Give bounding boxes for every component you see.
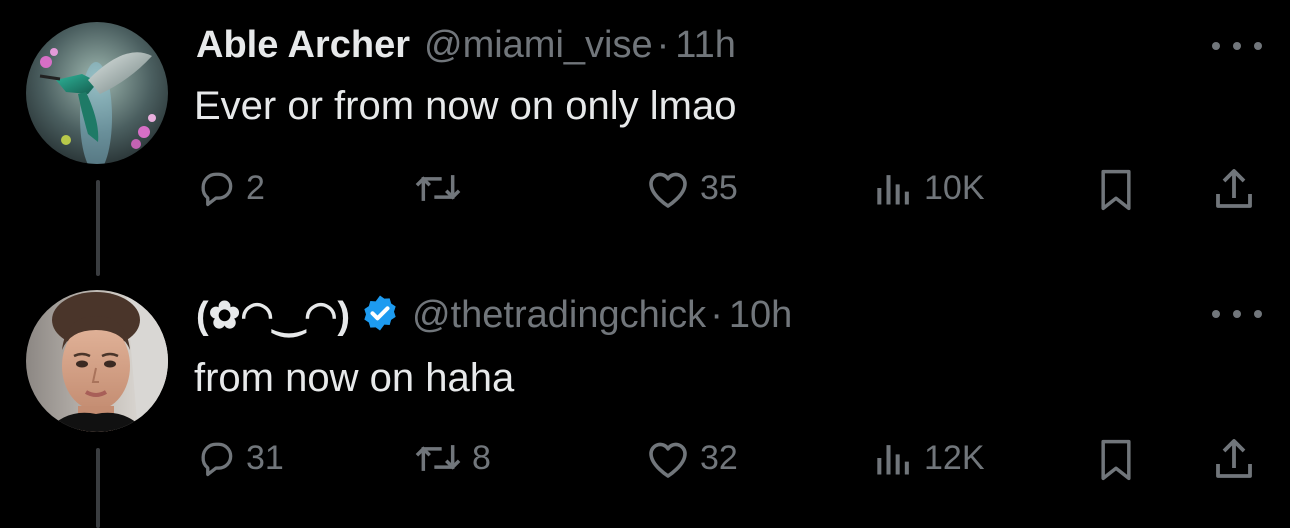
repost-button[interactable]	[412, 166, 472, 210]
reply-icon	[194, 436, 238, 480]
share-button[interactable]	[1210, 436, 1258, 484]
like-button[interactable]: 32	[644, 436, 738, 480]
user-handle[interactable]: @thetradingchick	[412, 294, 706, 337]
bookmark-button[interactable]	[1094, 436, 1138, 484]
reply-button[interactable]: 2	[194, 166, 265, 210]
like-count: 32	[700, 438, 738, 477]
bookmark-icon	[1094, 166, 1138, 214]
more-options-button[interactable]	[1212, 34, 1262, 58]
views-count: 10K	[924, 168, 985, 207]
reply-icon	[194, 166, 238, 210]
more-icon-dot	[1233, 42, 1241, 50]
post-timestamp[interactable]: 10h	[729, 294, 792, 337]
more-icon-dot	[1233, 310, 1241, 318]
views-button[interactable]: 12K	[872, 436, 985, 480]
like-button[interactable]: 35	[644, 166, 738, 210]
post-text: from now on haha	[194, 356, 515, 400]
views-icon	[872, 166, 916, 210]
views-button[interactable]: 10K	[872, 166, 985, 210]
post-1[interactable]: Able Archer @miami_vise · 11h Ever or fr…	[0, 0, 1290, 276]
avatar-able-archer[interactable]	[26, 22, 168, 164]
user-handle[interactable]: @miami_vise	[424, 24, 653, 67]
like-count: 35	[700, 168, 738, 207]
post-text: Ever or from now on only lmao	[194, 84, 737, 128]
heart-icon	[644, 166, 692, 210]
share-button[interactable]	[1210, 166, 1258, 214]
views-count: 12K	[924, 438, 985, 477]
bookmark-icon	[1094, 436, 1138, 484]
post-2[interactable]: (✿◠‿◠) @thetradingchick · 10h from now o…	[0, 260, 1290, 528]
more-icon	[1212, 42, 1220, 50]
views-icon	[872, 436, 916, 480]
post-header: (✿◠‿◠) @thetradingchick · 10h	[196, 290, 792, 340]
more-icon-dot	[1254, 310, 1262, 318]
more-options-button[interactable]	[1212, 302, 1262, 326]
reply-count: 31	[246, 438, 284, 477]
avatar-thetradingchick[interactable]	[26, 290, 168, 432]
separator-dot: ·	[656, 23, 670, 66]
post-header: Able Archer @miami_vise · 11h	[196, 20, 736, 70]
share-icon	[1210, 166, 1258, 214]
reply-count: 2	[246, 168, 265, 207]
heart-icon	[644, 436, 692, 480]
post-timestamp[interactable]: 11h	[675, 24, 736, 67]
bookmark-button[interactable]	[1094, 166, 1138, 214]
thread-line	[96, 448, 100, 528]
verified-badge-icon	[360, 293, 400, 338]
display-name[interactable]: Able Archer	[196, 24, 410, 67]
display-name[interactable]: (✿◠‿◠)	[196, 293, 350, 338]
more-icon	[1212, 310, 1220, 318]
repost-count: 8	[472, 438, 491, 477]
more-icon-dot	[1254, 42, 1262, 50]
share-icon	[1210, 436, 1258, 484]
repost-icon	[412, 436, 464, 480]
separator-dot: ·	[710, 293, 723, 336]
reply-button[interactable]: 31	[194, 436, 284, 480]
repost-button[interactable]: 8	[412, 436, 491, 480]
repost-icon	[412, 166, 464, 210]
